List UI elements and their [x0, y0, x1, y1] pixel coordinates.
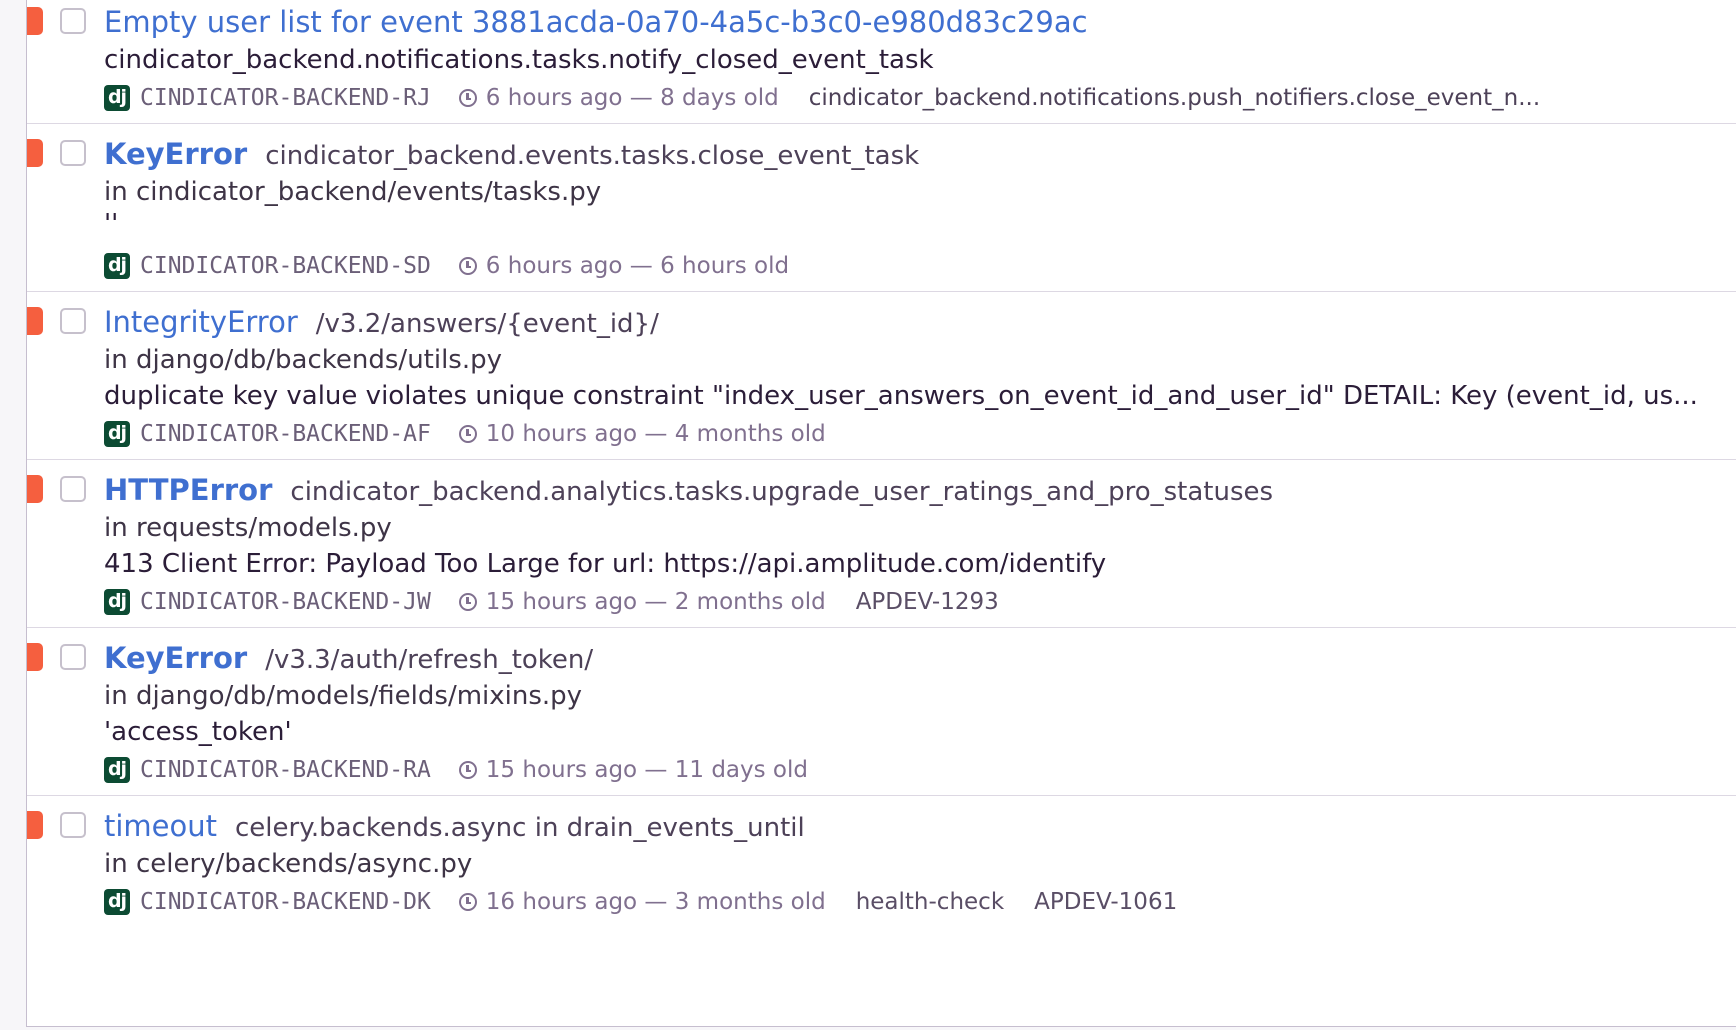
- issue-short-id[interactable]: CINDICATOR-BACKEND-RJ: [140, 78, 431, 118]
- issue-title-link[interactable]: Empty user list for event 3881acda-0a70-…: [104, 5, 1088, 39]
- issue-location: in django/db/backends/utils.py: [104, 345, 503, 375]
- issue-title-link[interactable]: timeout: [104, 809, 217, 843]
- issue-row[interactable]: KeyError cindicator_backend.events.tasks.…: [27, 124, 1736, 292]
- clock-icon: [458, 425, 477, 443]
- clock-icon: [458, 593, 477, 611]
- issue-location: in django/db/models/fields/mixins.py: [104, 681, 583, 711]
- clock-icon: [458, 89, 477, 107]
- issue-select-checkbox[interactable]: [60, 8, 86, 34]
- issue-times[interactable]: 10 hours ago — 4 months old: [486, 414, 826, 454]
- error-level-indicator: [27, 307, 43, 335]
- issue-short-id[interactable]: CINDICATOR-BACKEND-SD: [140, 246, 431, 286]
- error-level-indicator: [27, 7, 43, 35]
- django-platform-icon: dj: [104, 85, 130, 111]
- issue-row[interactable]: IntegrityError/v3.2/answers/{event_id}/ …: [27, 292, 1736, 460]
- issue-title-link[interactable]: IntegrityError: [104, 305, 298, 339]
- clock-icon: [458, 761, 477, 779]
- django-platform-icon: dj: [104, 589, 130, 615]
- error-level-indicator: [27, 139, 43, 167]
- issue-row[interactable]: timeout celery.backends.async in drain_ev…: [27, 796, 1736, 926]
- issue-culprit: /v3.3/auth/refresh_token/: [265, 645, 594, 675]
- issue-message: duplicate key value violates unique cons…: [104, 381, 1698, 411]
- django-platform-icon: dj: [104, 253, 130, 279]
- issue-title-link[interactable]: KeyError: [104, 137, 247, 171]
- django-platform-icon: dj: [104, 889, 130, 915]
- issue-culprit: cindicator_backend.analytics.tasks.upgra…: [290, 477, 1274, 507]
- issue-row[interactable]: HTTPError cindicator_backend.analytics.ta…: [27, 460, 1736, 628]
- issue-times[interactable]: 16 hours ago — 3 months old: [486, 882, 826, 922]
- issue-select-checkbox[interactable]: [60, 140, 86, 166]
- error-level-indicator: [27, 475, 43, 503]
- issue-times[interactable]: 15 hours ago — 11 days old: [486, 750, 808, 790]
- issue-short-id[interactable]: CINDICATOR-BACKEND-JW: [140, 582, 431, 622]
- issue-title-link[interactable]: HTTPError: [104, 473, 272, 507]
- issue-times[interactable]: 6 hours ago — 8 days old: [486, 78, 779, 118]
- issue-culprit: cindicator_backend.events.tasks.close_ev…: [265, 141, 920, 171]
- issue-culprit: /v3.2/answers/{event_id}/: [315, 309, 659, 339]
- issue-message: 'access_token': [104, 717, 292, 747]
- issue-list: Empty user list for event 3881acda-0a70-…: [26, 0, 1736, 1027]
- issue-subtitle: cindicator_backend.notifications.tasks.n…: [104, 45, 934, 75]
- issue-times[interactable]: 6 hours ago — 6 hours old: [486, 246, 789, 286]
- issue-culprit: celery.backends.async in drain_events_un…: [235, 813, 805, 843]
- clock-icon: [458, 893, 477, 911]
- issue-annotation-tag[interactable]: APDEV-1293: [856, 582, 999, 622]
- issue-culprit: cindicator_backend.notifications.push_no…: [808, 85, 1541, 111]
- issue-message: '': [104, 210, 119, 239]
- django-platform-icon: dj: [104, 421, 130, 447]
- issue-select-checkbox[interactable]: [60, 812, 86, 838]
- issue-row[interactable]: KeyError/v3.3/auth/refresh_token/ in dja…: [27, 628, 1736, 796]
- issue-select-checkbox[interactable]: [60, 644, 86, 670]
- issue-annotation-tag[interactable]: APDEV-1061: [1034, 882, 1177, 922]
- issue-location: in requests/models.py: [104, 513, 392, 543]
- clock-icon: [458, 257, 477, 275]
- error-level-indicator: [27, 811, 43, 839]
- issue-message: 413 Client Error: Payload Too Large for …: [104, 549, 1107, 579]
- issue-location: in cindicator_backend/events/tasks.py: [104, 177, 602, 207]
- issue-location: in celery/backends/async.py: [104, 849, 473, 879]
- issue-annotation-tag[interactable]: health-check: [856, 882, 1004, 922]
- django-platform-icon: dj: [104, 757, 130, 783]
- issue-select-checkbox[interactable]: [60, 308, 86, 334]
- issue-select-checkbox[interactable]: [60, 476, 86, 502]
- issue-title-link[interactable]: KeyError: [104, 641, 247, 675]
- issue-short-id[interactable]: CINDICATOR-BACKEND-RA: [140, 750, 431, 790]
- issue-times[interactable]: 15 hours ago — 2 months old: [486, 582, 826, 622]
- issue-row[interactable]: Empty user list for event 3881acda-0a70-…: [27, 0, 1736, 124]
- issue-short-id[interactable]: CINDICATOR-BACKEND-DK: [140, 882, 431, 922]
- issue-short-id[interactable]: CINDICATOR-BACKEND-AF: [140, 414, 431, 454]
- error-level-indicator: [27, 643, 43, 671]
